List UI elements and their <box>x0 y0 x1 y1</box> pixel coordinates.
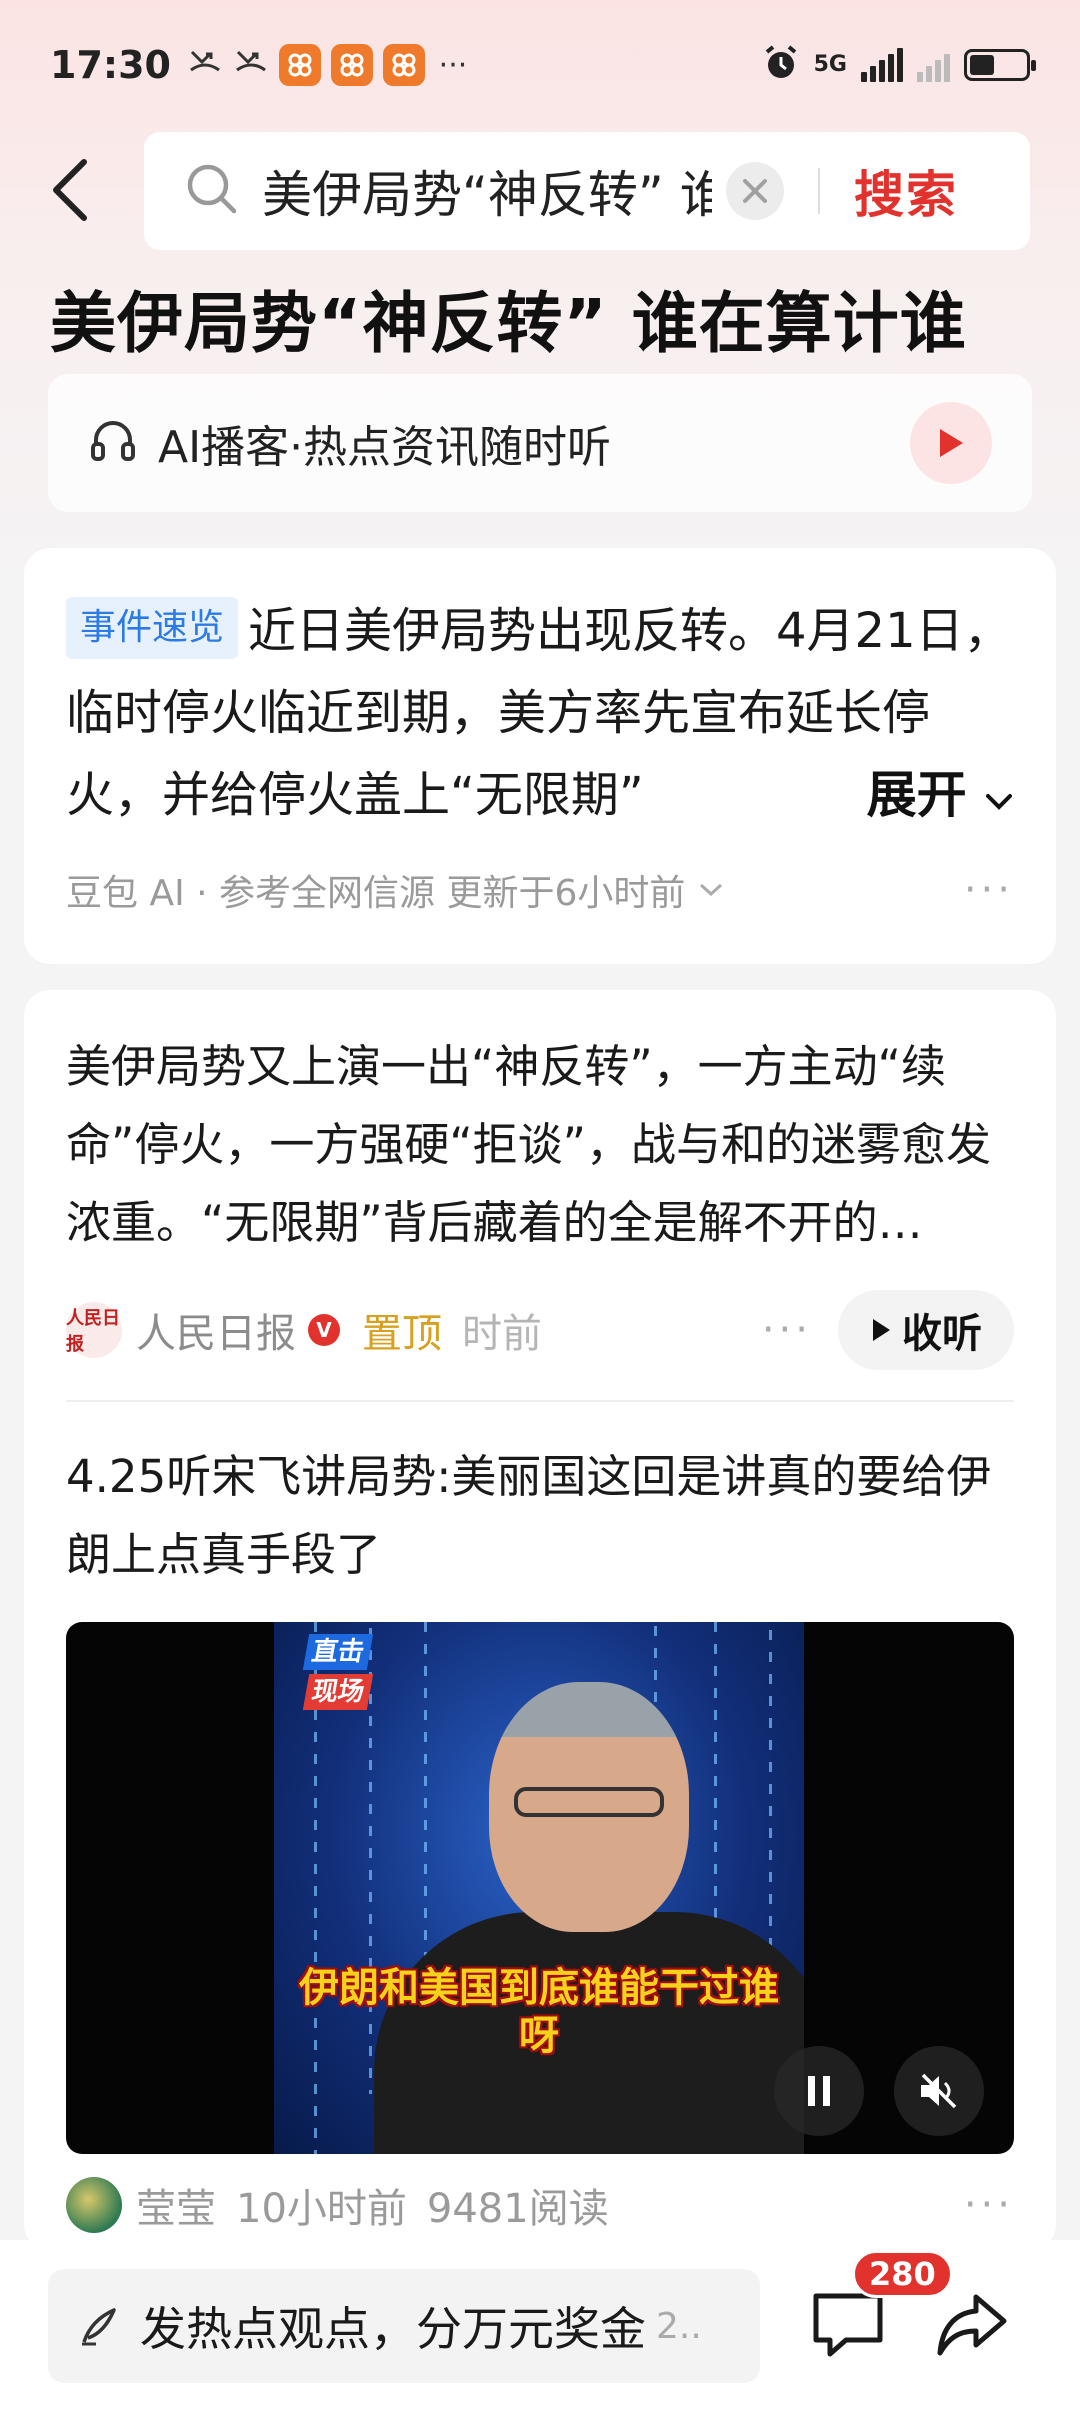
signal-weak-icon <box>917 48 950 82</box>
bottom-action-bar: 发热点观点，分万元奖金 2.. 280 <box>0 2240 1080 2412</box>
comment-placeholder: 发热点观点，分万元奖金 <box>140 2302 646 2356</box>
more-options-button[interactable]: ··· <box>964 2182 1014 2228</box>
search-input[interactable]: 美伊局势“神反转” 谁在算计谁 <box>262 155 712 227</box>
back-button[interactable] <box>40 150 100 230</box>
app-notification-icon <box>278 44 321 86</box>
verified-icon: V <box>308 1314 340 1346</box>
source-name[interactable]: 人民日报 <box>136 1301 296 1359</box>
video-meta: 莹莹 10小时前 9481阅读 ··· <box>66 2176 1014 2234</box>
live-show-logo: 直击 现场 <box>302 1634 406 1724</box>
author-name[interactable]: 莹莹 <box>136 2176 216 2234</box>
ai-podcast-bar[interactable]: AI播客·热点资讯随时听 <box>48 374 1032 512</box>
play-icon <box>873 1319 890 1341</box>
peoples-daily-logo: 人民日报 <box>66 1302 122 1358</box>
expand-button[interactable]: 展开 <box>806 754 1014 836</box>
listen-button[interactable]: 收听 <box>838 1290 1014 1370</box>
video-frame: 直击 现场 伊朗和美国到底谁能干过谁呀 <box>274 1622 804 2154</box>
alarm-icon <box>762 44 800 86</box>
video-player[interactable]: 直击 现场 伊朗和美国到底谁能干过谁呀 <box>66 1622 1014 2154</box>
video-title[interactable]: 4.25听宋飞讲局势:美丽国这回是讲真的要给伊朗上点真手段了 <box>66 1438 1014 1594</box>
avatar[interactable] <box>66 2177 122 2233</box>
video-caption: 伊朗和美国到底谁能干过谁呀 <box>299 1965 779 2059</box>
read-count: 9481阅读 <box>426 2186 609 2232</box>
share-icon <box>937 2294 1007 2356</box>
app-notification-icon <box>382 44 425 86</box>
more-options-button[interactable]: ··· <box>762 1307 812 1353</box>
comment-placeholder-suffix: 2.. <box>656 2305 702 2347</box>
podcast-label: AI播客·热点资讯随时听 <box>158 422 612 473</box>
event-summary-card: 事件速览 近日美伊局势出现反转。4月21日，临时停火临近到期，美方率先宣布延长停火… <box>24 548 1056 964</box>
post-time: 10小时前 <box>236 2186 407 2232</box>
signal-icon <box>861 48 903 82</box>
page-title: 美伊局势“神反转” 谁在算计谁 <box>50 285 967 362</box>
missed-call-icon <box>233 46 269 84</box>
expand-label: 展开 <box>866 766 967 824</box>
comment-count-badge: 280 <box>852 2250 953 2298</box>
article-source-row: 人民日报 人民日报 V 置顶 时前 ··· 收听 <box>66 1290 1014 1370</box>
pause-icon <box>808 2076 830 2106</box>
share-button[interactable] <box>934 2289 1010 2363</box>
muted-speaker-icon <box>921 2073 957 2109</box>
battery-icon <box>964 49 1036 81</box>
podcast-play-button[interactable] <box>910 402 992 484</box>
divider <box>66 1400 1014 1402</box>
status-bar: 17:30 ··· 5G <box>0 0 1080 130</box>
chevron-down-icon <box>986 794 1012 810</box>
clear-search-button[interactable] <box>726 162 784 220</box>
close-icon <box>743 179 767 203</box>
search-bar[interactable]: 美伊局势“神反转” 谁在算计谁 搜索 <box>144 132 1030 250</box>
status-time: 17:30 <box>50 43 171 87</box>
app-notification-icon <box>330 44 373 86</box>
comment-input[interactable]: 发热点观点，分万元奖金 2.. <box>48 2269 760 2383</box>
listen-label: 收听 <box>902 1311 982 1357</box>
system-icons: 5G <box>762 44 1036 86</box>
pen-icon <box>82 2308 116 2346</box>
more-options-button[interactable]: ··· <box>964 867 1014 913</box>
video-person-glasses <box>514 1787 664 1817</box>
network-type: 5G <box>813 52 847 77</box>
event-summary-tag: 事件速览 <box>66 597 239 659</box>
headphones-icon <box>88 416 138 470</box>
comments-button[interactable]: 280 <box>808 2250 953 2366</box>
search-divider <box>818 168 820 214</box>
missed-call-icon <box>187 46 223 84</box>
feed-card: 美伊局势又上演一出“神反转”，一方主动“续命”停火，一方强硬“拒谈”，战与和的迷… <box>24 990 1056 2250</box>
pause-button[interactable] <box>774 2046 864 2136</box>
pinned-label: 置顶 <box>362 1311 442 1357</box>
summary-body: 事件速览 近日美伊局势出现反转。4月21日，临时停火临近到期，美方率先宣布延长停火… <box>66 590 1014 836</box>
summary-meta: 豆包 AI · 参考全网信源 更新于6小时前 ··· <box>66 864 1014 916</box>
mute-button[interactable] <box>894 2046 984 2136</box>
search-button[interactable]: 搜索 <box>854 155 958 227</box>
notification-icons: ··· <box>187 44 471 86</box>
more-notifications-icon: ··· <box>438 47 468 83</box>
play-icon <box>940 429 963 457</box>
article-time: 时前 <box>462 1311 542 1357</box>
summary-source: 豆包 AI · 参考全网信源 更新于6小时前 <box>66 873 686 914</box>
article-text[interactable]: 美伊局势又上演一出“神反转”，一方主动“续命”停火，一方强硬“拒谈”，战与和的迷… <box>66 1028 1014 1262</box>
chevron-left-icon <box>53 159 87 221</box>
chevron-down-icon[interactable] <box>697 881 725 899</box>
search-icon <box>184 161 240 221</box>
